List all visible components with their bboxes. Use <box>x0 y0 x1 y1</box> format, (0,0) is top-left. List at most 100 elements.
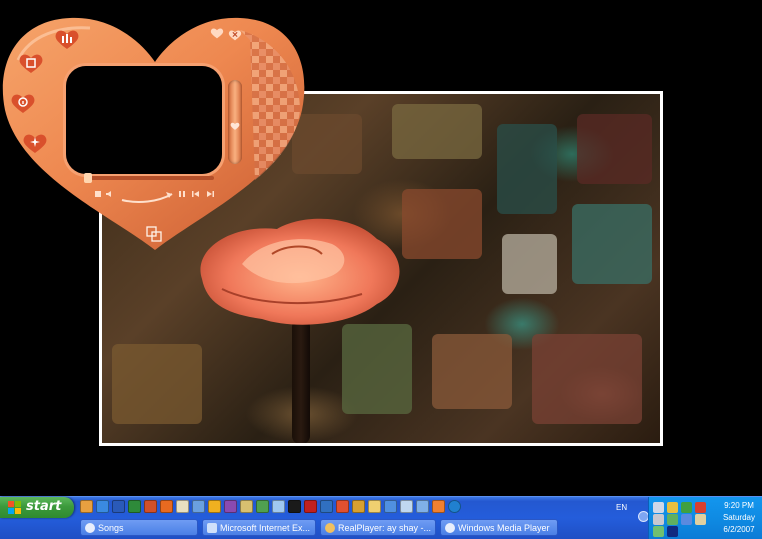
network-tray-icon[interactable] <box>653 502 664 513</box>
fullscreen-button[interactable] <box>146 226 162 242</box>
equalizer-icon <box>55 30 79 49</box>
tool-icon[interactable] <box>400 500 413 513</box>
windows-update-icon[interactable] <box>208 500 221 513</box>
task-button-windows-media-player[interactable]: Windows Media Player <box>440 519 558 536</box>
volume-thumb[interactable] <box>230 116 240 130</box>
visualization-button[interactable] <box>22 132 48 154</box>
video-display[interactable] <box>66 66 222 174</box>
photo-tile <box>577 114 652 184</box>
pause-icon <box>179 191 185 197</box>
chess-icon[interactable] <box>240 500 253 513</box>
play-swoosh-icon <box>121 192 173 203</box>
photo-tile <box>502 234 557 294</box>
outlook-icon[interactable] <box>80 500 93 513</box>
media-player-icon[interactable] <box>384 500 397 513</box>
folder-icon[interactable] <box>272 500 285 513</box>
folder-icon <box>85 523 95 533</box>
realplayer-icon <box>325 523 335 533</box>
seek-thumb[interactable] <box>84 173 92 183</box>
quick-launch-bar <box>80 500 461 516</box>
previous-button[interactable] <box>190 184 202 197</box>
task-buttons: Songs Microsoft Internet Ex... RealPlaye… <box>80 519 558 536</box>
flame-icon[interactable] <box>432 500 445 513</box>
clock-date: 6/2/2007 <box>723 525 755 534</box>
grid-tray-icon[interactable] <box>653 526 664 537</box>
photo-tile <box>532 334 642 424</box>
realone-icon[interactable] <box>352 500 365 513</box>
photo-tile <box>432 334 512 409</box>
powerpoint-icon[interactable] <box>144 500 157 513</box>
media-player-icon <box>445 523 455 533</box>
playlist-icon <box>19 54 43 73</box>
next-button[interactable] <box>204 184 216 197</box>
start-label: start <box>26 499 62 514</box>
photo-tile <box>392 104 482 159</box>
volume-slider[interactable] <box>228 80 242 164</box>
photo-tile <box>572 204 652 284</box>
word-icon[interactable] <box>112 500 125 513</box>
network-icon[interactable] <box>192 500 205 513</box>
media-icon[interactable] <box>224 500 237 513</box>
paint-icon[interactable] <box>176 500 189 513</box>
system-tray: 9:20 PM Saturday 6/2/2007 <box>648 497 762 539</box>
app-tray-icon[interactable] <box>681 502 692 513</box>
minimize-icon <box>210 28 224 39</box>
clock-day: Saturday <box>722 513 755 522</box>
firefox-icon[interactable] <box>160 500 173 513</box>
mute-button[interactable] <box>104 184 116 197</box>
task-label: RealPlayer: ay shay -... <box>338 523 432 533</box>
pause-button[interactable] <box>176 184 188 197</box>
equalizer-button[interactable] <box>54 28 80 50</box>
task-button-realplayer[interactable]: RealPlayer: ay shay -... <box>320 519 436 536</box>
internet-explorer-icon[interactable] <box>96 500 109 513</box>
explorer-icon[interactable] <box>368 500 381 513</box>
photo-tile <box>342 324 412 414</box>
photo-tile <box>112 344 202 424</box>
task-label: Windows Media Player <box>458 523 550 533</box>
alert-tray-icon[interactable] <box>695 502 706 513</box>
playlist-button[interactable] <box>18 52 44 74</box>
task-button-internet-explorer[interactable]: Microsoft Internet Ex... <box>202 519 316 536</box>
start-button[interactable]: start <box>0 497 74 518</box>
connection-tray-icon[interactable] <box>681 514 692 525</box>
clock-time: 9:20 PM <box>724 501 754 510</box>
shield-icon[interactable] <box>336 500 349 513</box>
photo-tile <box>497 124 557 214</box>
task-label: Microsoft Internet Ex... <box>220 523 311 533</box>
heart-thumb-icon <box>230 122 240 130</box>
blue-tray-icon[interactable] <box>667 526 678 537</box>
internet-explorer-icon <box>207 523 217 533</box>
taskbar: start Songs Microsoft Internet Ex... Rea… <box>0 496 762 539</box>
media-player-window[interactable] <box>0 0 310 260</box>
blue-app-icon[interactable] <box>320 500 333 513</box>
minimize-button[interactable] <box>210 24 224 39</box>
speaker-icon <box>106 191 111 197</box>
messenger-icon[interactable] <box>256 500 269 513</box>
play-icon[interactable] <box>448 500 461 513</box>
info-button[interactable] <box>10 92 36 114</box>
clock[interactable]: 9:20 PM Saturday 6/2/2007 <box>723 500 755 536</box>
messenger-tray-icon[interactable] <box>667 514 678 525</box>
record-icon[interactable] <box>304 500 317 513</box>
volume-tray-icon[interactable] <box>653 514 664 525</box>
excel-icon[interactable] <box>128 500 141 513</box>
task-label: Songs <box>98 523 124 533</box>
info-icon <box>11 94 35 113</box>
visualization-icon <box>23 134 47 153</box>
security-tray-icon[interactable] <box>667 502 678 513</box>
seek-bar[interactable] <box>84 176 214 180</box>
stop-button[interactable] <box>92 184 104 197</box>
next-icon <box>207 191 214 197</box>
mail-icon[interactable] <box>416 500 429 513</box>
user-tray-icon[interactable] <box>695 514 706 525</box>
previous-icon <box>192 191 199 197</box>
close-icon <box>228 30 242 41</box>
photo-tile <box>402 189 482 259</box>
task-button-songs[interactable]: Songs <box>80 519 198 536</box>
close-button[interactable] <box>228 26 242 41</box>
realplayer-icon[interactable] <box>288 500 301 513</box>
fullscreen-icon <box>146 226 162 242</box>
language-indicator[interactable]: EN <box>616 503 627 512</box>
stop-icon <box>95 191 101 197</box>
windows-logo-icon <box>8 501 21 514</box>
